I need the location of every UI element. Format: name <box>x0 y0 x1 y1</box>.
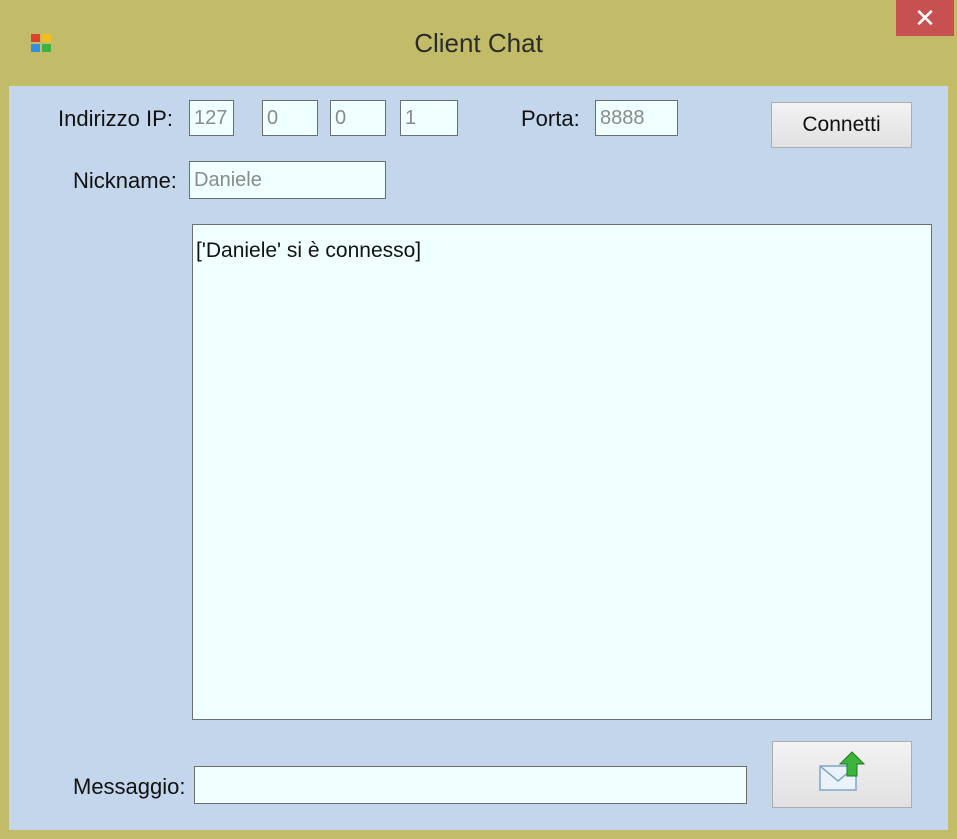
ip-label: Indirizzo IP: <box>58 106 173 131</box>
port-input[interactable] <box>595 100 678 136</box>
message-label: Messaggio: <box>73 774 186 799</box>
send-button[interactable] <box>772 741 912 808</box>
nickname-label: Nickname: <box>73 168 177 193</box>
close-icon: ✕ <box>914 3 936 33</box>
envelope-send-icon <box>819 750 866 791</box>
window-title: Client Chat <box>414 28 543 58</box>
chat-line: ['Daniele' si è connesso] <box>196 239 422 262</box>
title-bar[interactable]: Client Chat ✕ <box>0 0 957 86</box>
port-label: Porta: <box>521 106 580 131</box>
client-chat-window: Client Chat ✕ Indirizzo IP: Porta: Conne… <box>0 0 957 839</box>
chat-log[interactable]: ['Daniele' si è connesso] <box>192 224 932 720</box>
ip-octet-3-input[interactable] <box>330 100 386 136</box>
close-button[interactable]: ✕ <box>896 0 954 36</box>
ip-octet-2-input[interactable] <box>262 100 318 136</box>
connect-button[interactable]: Connetti <box>771 102 912 148</box>
ip-octet-4-input[interactable] <box>400 100 458 136</box>
nickname-input[interactable] <box>189 161 386 199</box>
ip-octet-1-input[interactable] <box>189 100 234 136</box>
message-input[interactable] <box>194 766 747 804</box>
client-area: Indirizzo IP: Porta: Connetti Nickname: … <box>9 86 948 830</box>
